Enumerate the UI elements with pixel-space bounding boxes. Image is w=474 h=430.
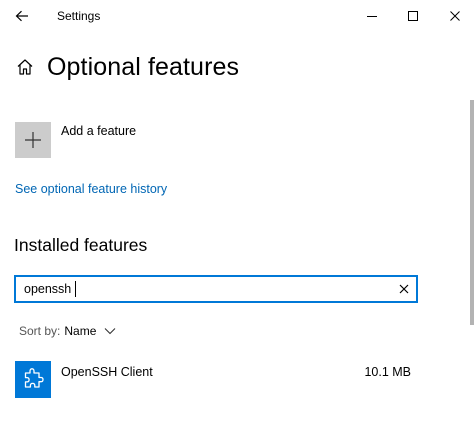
clear-icon (399, 284, 409, 294)
home-icon[interactable] (14, 56, 36, 78)
chevron-down-icon (104, 327, 116, 335)
back-button[interactable] (10, 5, 34, 27)
close-button[interactable] (432, 0, 474, 32)
scrollbar[interactable] (470, 100, 474, 325)
maximize-icon (408, 11, 418, 21)
add-feature-label: Add a feature (61, 124, 137, 138)
add-feature-button[interactable]: Add a feature (15, 122, 136, 158)
maximize-button[interactable] (390, 0, 436, 32)
close-icon (450, 11, 460, 21)
page-title: Optional features (47, 52, 240, 81)
sort-dropdown[interactable]: Sort by: Name (19, 324, 116, 338)
installed-features-search[interactable] (14, 275, 418, 303)
clear-search-button[interactable] (396, 281, 412, 297)
title-bar: Settings (0, 0, 474, 32)
add-feature-tile (15, 122, 51, 158)
page-header: Optional features (14, 52, 239, 82)
sort-label: Sort by: (19, 324, 61, 338)
feature-history-link[interactable]: See optional feature history (15, 182, 167, 196)
installed-features-heading: Installed features (14, 235, 148, 255)
settings-window: Settings Optional features Add a feature… (0, 0, 474, 430)
puzzle-icon (15, 361, 51, 398)
plus-icon (25, 132, 41, 148)
search-input[interactable] (24, 279, 384, 299)
text-caret (75, 281, 76, 297)
feature-size: 10.1 MB (364, 365, 411, 379)
list-item[interactable]: OpenSSH Client 10.1 MB (15, 361, 415, 399)
minimize-button[interactable] (349, 0, 395, 32)
back-arrow-icon (15, 10, 28, 22)
feature-name: OpenSSH Client (61, 365, 153, 379)
sort-value: Name (64, 324, 97, 338)
window-title: Settings (57, 9, 101, 23)
minimize-icon (367, 16, 377, 17)
